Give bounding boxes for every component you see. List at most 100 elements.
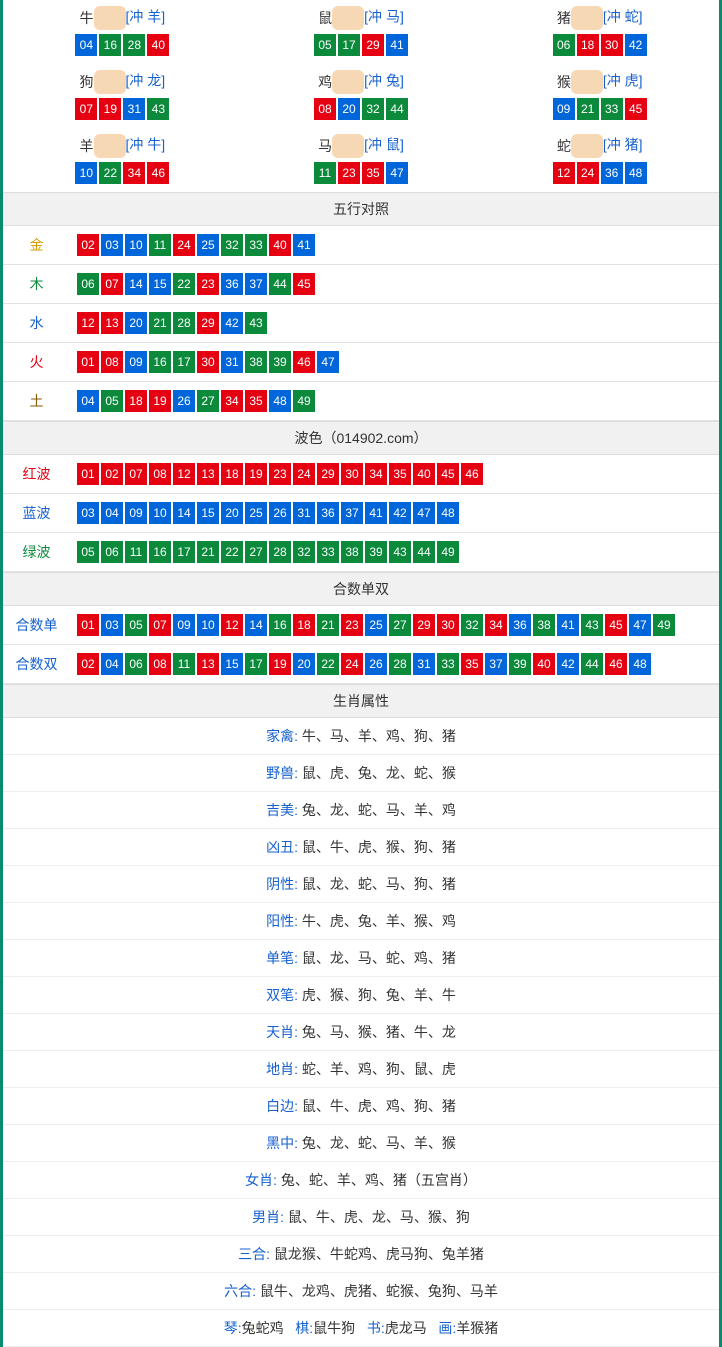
number-ball: 17 (245, 653, 267, 675)
number-ball: 39 (365, 541, 387, 563)
attr-row: 女肖: 兔、蛇、羊、鸡、猪（五宫肖） (3, 1162, 719, 1199)
number-ball: 19 (245, 463, 267, 485)
attr-key: 黑中: (266, 1135, 302, 1151)
number-ball: 27 (245, 541, 267, 563)
number-ball: 29 (317, 463, 339, 485)
number-ball: 22 (173, 273, 195, 295)
row-nums: 05061116172122272832333839434449 (70, 533, 719, 572)
number-ball: 47 (386, 162, 408, 184)
number-ball: 06 (101, 541, 123, 563)
number-ball: 40 (147, 34, 169, 56)
number-ball: 21 (149, 312, 171, 334)
number-ball: 03 (101, 234, 123, 256)
number-ball: 18 (221, 463, 243, 485)
number-ball: 44 (269, 273, 291, 295)
attr-row: 黑中: 兔、龙、蛇、马、羊、猴 (3, 1125, 719, 1162)
number-ball: 04 (101, 502, 123, 524)
four-value: 虎龙马 (385, 1320, 427, 1336)
zodiac-name: 狗 (80, 72, 94, 92)
number-ball: 29 (413, 614, 435, 636)
row-key: 木 (3, 265, 70, 304)
four-key: 琴: (224, 1320, 242, 1336)
number-ball: 27 (389, 614, 411, 636)
attr-value: 鼠、龙、蛇、马、狗、猪 (302, 876, 456, 892)
number-ball: 07 (149, 614, 171, 636)
attr-key: 地肖: (266, 1061, 302, 1077)
number-ball: 46 (147, 162, 169, 184)
number-ball: 36 (509, 614, 531, 636)
attr-key: 女肖: (245, 1172, 281, 1188)
attr-row: 男肖: 鼠、牛、虎、龙、马、猴、狗 (3, 1199, 719, 1236)
number-ball: 33 (245, 234, 267, 256)
number-ball: 33 (437, 653, 459, 675)
attr-value: 蛇、羊、鸡、狗、鼠、虎 (302, 1061, 456, 1077)
row-key: 火 (3, 343, 70, 382)
number-ball: 04 (77, 390, 99, 412)
attr-value: 牛、虎、兔、羊、猴、鸡 (302, 913, 456, 929)
number-ball: 20 (221, 502, 243, 524)
number-ball: 22 (317, 653, 339, 675)
zodiac-icon (332, 6, 364, 30)
number-ball: 48 (437, 502, 459, 524)
zodiac-chong: [冲 兔] (364, 73, 404, 89)
attr-key: 六合: (224, 1283, 260, 1299)
number-ball: 35 (245, 390, 267, 412)
attr-value: 鼠、牛、虎、猴、狗、猪 (302, 839, 456, 855)
number-ball: 09 (125, 502, 147, 524)
number-ball: 43 (245, 312, 267, 334)
zodiac-cell: 猪[冲 蛇]06183042 (480, 0, 719, 64)
number-ball: 28 (173, 312, 195, 334)
number-ball: 27 (197, 390, 219, 412)
number-ball: 13 (197, 653, 219, 675)
number-ball: 16 (149, 351, 171, 373)
attr-key: 野兽: (266, 765, 302, 781)
number-ball: 07 (101, 273, 123, 295)
number-ball: 32 (293, 541, 315, 563)
zodiac-name: 鸡 (318, 72, 332, 92)
attr-value: 兔、龙、蛇、马、羊、鸡 (302, 802, 456, 818)
four-key: 书: (367, 1320, 385, 1336)
number-ball: 44 (386, 98, 408, 120)
number-ball: 13 (101, 312, 123, 334)
number-ball: 19 (269, 653, 291, 675)
section-heshu: 合数单双 (3, 572, 719, 606)
attr-row: 白边: 鼠、牛、虎、鸡、狗、猪 (3, 1088, 719, 1125)
number-ball: 04 (101, 653, 123, 675)
section-shuxing: 生肖属性 (3, 684, 719, 718)
zodiac-cell: 鼠[冲 马]05172941 (242, 0, 481, 64)
number-ball: 35 (461, 653, 483, 675)
number-ball: 14 (125, 273, 147, 295)
section-wuxing: 五行对照 (3, 192, 719, 226)
number-ball: 26 (269, 502, 291, 524)
number-ball: 31 (413, 653, 435, 675)
number-ball: 28 (123, 34, 145, 56)
number-ball: 42 (221, 312, 243, 334)
four-key: 画: (438, 1320, 456, 1336)
number-ball: 08 (314, 98, 336, 120)
number-ball: 08 (149, 653, 171, 675)
row-nums: 06071415222336374445 (70, 265, 719, 304)
number-ball: 02 (77, 653, 99, 675)
number-ball: 19 (149, 390, 171, 412)
attr-key: 阴性: (266, 876, 302, 892)
number-ball: 06 (553, 34, 575, 56)
zodiac-name: 羊 (80, 136, 94, 156)
row-nums: 1213202128294243 (70, 304, 719, 343)
attr-row: 野兽: 鼠、虎、兔、龙、蛇、猴 (3, 755, 719, 792)
zodiac-chong: [冲 猪] (603, 137, 643, 153)
number-ball: 09 (553, 98, 575, 120)
number-ball: 41 (293, 234, 315, 256)
number-ball: 04 (75, 34, 97, 56)
zodiac-cell: 鸡[冲 兔]08203244 (242, 64, 481, 128)
attr-value: 鼠、虎、兔、龙、蛇、猴 (302, 765, 456, 781)
zodiac-chong: [冲 羊] (126, 9, 166, 25)
heshu-table: 合数单0103050709101214161821232527293032343… (3, 606, 719, 684)
zodiac-cell: 猴[冲 虎]09213345 (480, 64, 719, 128)
row-key: 土 (3, 382, 70, 421)
zodiac-name: 鼠 (318, 8, 332, 28)
attr-value: 兔、马、猴、猪、牛、龙 (302, 1024, 456, 1040)
zodiac-chong: [冲 牛] (126, 137, 166, 153)
number-ball: 47 (413, 502, 435, 524)
section-bose: 波色（014902.com） (3, 421, 719, 455)
number-ball: 16 (149, 541, 171, 563)
